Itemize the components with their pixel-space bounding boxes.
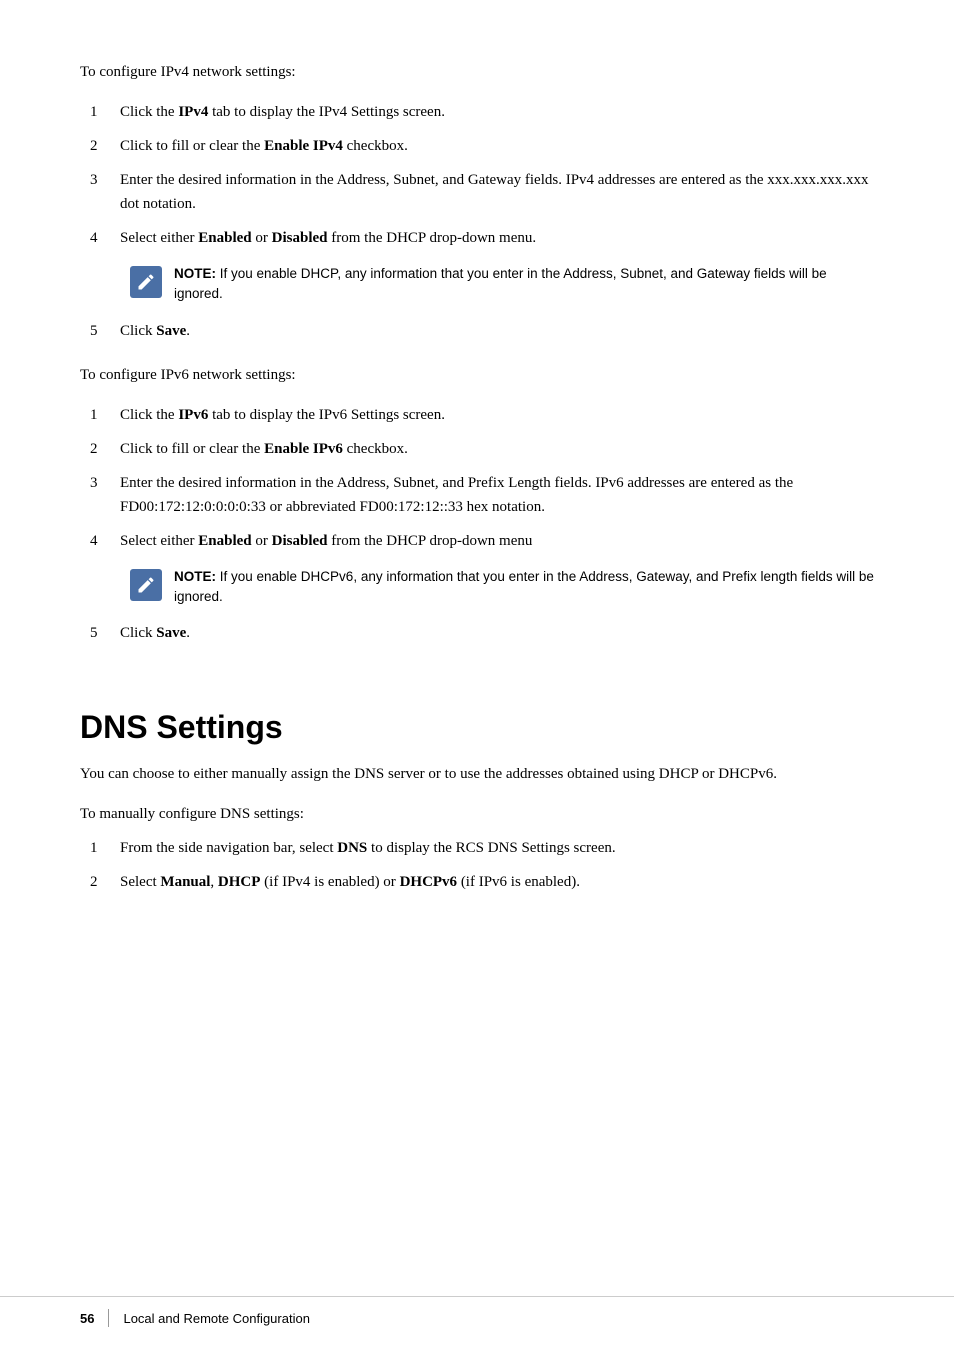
note-label: NOTE: bbox=[174, 266, 216, 281]
ipv4-steps-list: 1 Click the IPv4 tab to display the IPv4… bbox=[80, 100, 874, 250]
note-ipv6: NOTE: If you enable DHCPv6, any informat… bbox=[130, 567, 874, 608]
dns-steps-list: 1 From the side navigation bar, select D… bbox=[80, 836, 874, 894]
step-number: 2 bbox=[80, 870, 120, 894]
ipv6-step5-list: 5 Click Save. bbox=[80, 621, 874, 645]
step-content: Click the IPv4 tab to display the IPv4 S… bbox=[120, 100, 874, 124]
ipv6-steps-list: 1 Click the IPv6 tab to display the IPv6… bbox=[80, 403, 874, 553]
list-item: 2 Select Manual, DHCP (if IPv4 is enable… bbox=[80, 870, 874, 894]
step-number: 1 bbox=[80, 403, 120, 427]
step-number: 4 bbox=[80, 226, 120, 250]
step-number: 3 bbox=[80, 471, 120, 495]
step-content: Enter the desired information in the Add… bbox=[120, 168, 874, 216]
step-content: Select Manual, DHCP (if IPv4 is enabled)… bbox=[120, 870, 874, 894]
spacer bbox=[80, 355, 874, 363]
list-item: 1 Click the IPv4 tab to display the IPv4… bbox=[80, 100, 874, 124]
step-number: 4 bbox=[80, 529, 120, 553]
list-item: 5 Click Save. bbox=[80, 621, 874, 645]
footer-page-number: 56 bbox=[80, 1311, 94, 1326]
list-item: 4 Select either Enabled or Disabled from… bbox=[80, 529, 874, 553]
list-item: 2 Click to fill or clear the Enable IPv4… bbox=[80, 134, 874, 158]
step-content: Select either Enabled or Disabled from t… bbox=[120, 226, 874, 250]
pencil-icon bbox=[136, 575, 156, 595]
list-item: 5 Click Save. bbox=[80, 319, 874, 343]
page-footer: 56 Local and Remote Configuration bbox=[0, 1296, 954, 1327]
step-content: Click to fill or clear the Enable IPv4 c… bbox=[120, 134, 874, 158]
list-item: 1 From the side navigation bar, select D… bbox=[80, 836, 874, 860]
dns-intro1: You can choose to either manually assign… bbox=[80, 762, 874, 786]
step-content: Click Save. bbox=[120, 621, 874, 645]
note-ipv4-text: NOTE: If you enable DHCP, any informatio… bbox=[174, 264, 874, 305]
step-content: Click the IPv6 tab to display the IPv6 S… bbox=[120, 403, 874, 427]
step-number: 2 bbox=[80, 134, 120, 158]
ipv4-intro: To configure IPv4 network settings: bbox=[80, 60, 874, 84]
note-label: NOTE: bbox=[174, 569, 216, 584]
note-icon bbox=[130, 266, 162, 298]
ipv4-step5-list: 5 Click Save. bbox=[80, 319, 874, 343]
note-ipv4: NOTE: If you enable DHCP, any informatio… bbox=[130, 264, 874, 305]
list-item: 1 Click the IPv6 tab to display the IPv6… bbox=[80, 403, 874, 427]
list-item: 2 Click to fill or clear the Enable IPv6… bbox=[80, 437, 874, 461]
dns-intro2: To manually configure DNS settings: bbox=[80, 802, 874, 826]
step-content: From the side navigation bar, select DNS… bbox=[120, 836, 874, 860]
step-number: 1 bbox=[80, 100, 120, 124]
list-item: 3 Enter the desired information in the A… bbox=[80, 168, 874, 216]
step-number: 3 bbox=[80, 168, 120, 192]
step-content: Select either Enabled or Disabled from t… bbox=[120, 529, 874, 553]
page-container: To configure IPv4 network settings: 1 Cl… bbox=[0, 0, 954, 986]
spacer bbox=[80, 657, 874, 665]
step-content: Click to fill or clear the Enable IPv6 c… bbox=[120, 437, 874, 461]
list-item: 4 Select either Enabled or Disabled from… bbox=[80, 226, 874, 250]
step-number: 5 bbox=[80, 621, 120, 645]
spacer bbox=[80, 665, 874, 673]
dns-heading: DNS Settings bbox=[80, 709, 874, 746]
step-number: 5 bbox=[80, 319, 120, 343]
note-ipv6-text: NOTE: If you enable DHCPv6, any informat… bbox=[174, 567, 874, 608]
step-content: Click Save. bbox=[120, 319, 874, 343]
step-number: 2 bbox=[80, 437, 120, 461]
footer-separator bbox=[108, 1309, 109, 1327]
note-icon bbox=[130, 569, 162, 601]
ipv6-intro: To configure IPv6 network settings: bbox=[80, 363, 874, 387]
pencil-icon bbox=[136, 272, 156, 292]
list-item: 3 Enter the desired information in the A… bbox=[80, 471, 874, 519]
footer-title: Local and Remote Configuration bbox=[123, 1311, 309, 1326]
step-number: 1 bbox=[80, 836, 120, 860]
step-content: Enter the desired information in the Add… bbox=[120, 471, 874, 519]
